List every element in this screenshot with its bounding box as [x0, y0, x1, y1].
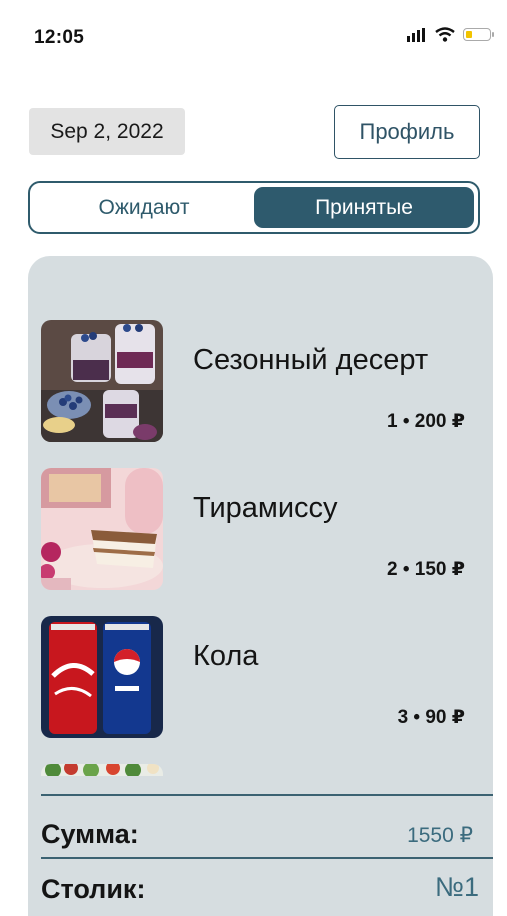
profile-button[interactable]: Профиль [334, 105, 480, 159]
list-item[interactable] [28, 764, 493, 776]
cellular-signal-icon [407, 27, 425, 42]
orders-panel: Сезонный десерт 1 • 200 ₽ Тирамиссу 2 • … [28, 256, 493, 916]
table-number: №1 [435, 872, 479, 902]
item-quantity-price: 2 • 150 ₽ [387, 559, 465, 580]
item-quantity-price: 1 • 200 ₽ [387, 411, 465, 432]
order-list[interactable]: Сезонный десерт 1 • 200 ₽ Тирамиссу 2 • … [28, 256, 493, 776]
wifi-icon [435, 27, 455, 42]
tab-accepted[interactable]: Принятые [254, 187, 474, 228]
item-quantity-price: 3 • 90 ₽ [397, 707, 465, 728]
table-label: Столик: [41, 874, 146, 904]
status-icons [407, 27, 494, 42]
date-chip[interactable]: Sep 2, 2022 [29, 108, 185, 155]
berry-dessert-image [41, 320, 163, 442]
item-name: Тирамиссу [193, 492, 338, 524]
list-item[interactable]: Сезонный десерт 1 • 200 ₽ [28, 320, 493, 445]
summary-divider [41, 794, 493, 796]
status-bar: 12:05 [0, 0, 507, 70]
item-name: Кола [193, 640, 259, 672]
item-name: Сезонный десерт [193, 344, 429, 376]
sum-value: 1550 ₽ [407, 824, 473, 847]
salad-image [41, 764, 163, 776]
battery-icon [463, 28, 494, 41]
summary-divider [41, 857, 493, 859]
list-item[interactable]: Тирамиссу 2 • 150 ₽ [28, 468, 493, 593]
order-status-tabs: Ожидают Принятые [28, 181, 480, 234]
tab-pending[interactable]: Ожидают [34, 187, 254, 228]
list-item[interactable]: Кола 3 • 90 ₽ [28, 616, 493, 741]
cola-pepsi-cans-image [41, 616, 163, 738]
tiramisu-image [41, 468, 163, 590]
status-time: 12:05 [34, 27, 85, 48]
sum-label: Сумма: [41, 819, 139, 849]
